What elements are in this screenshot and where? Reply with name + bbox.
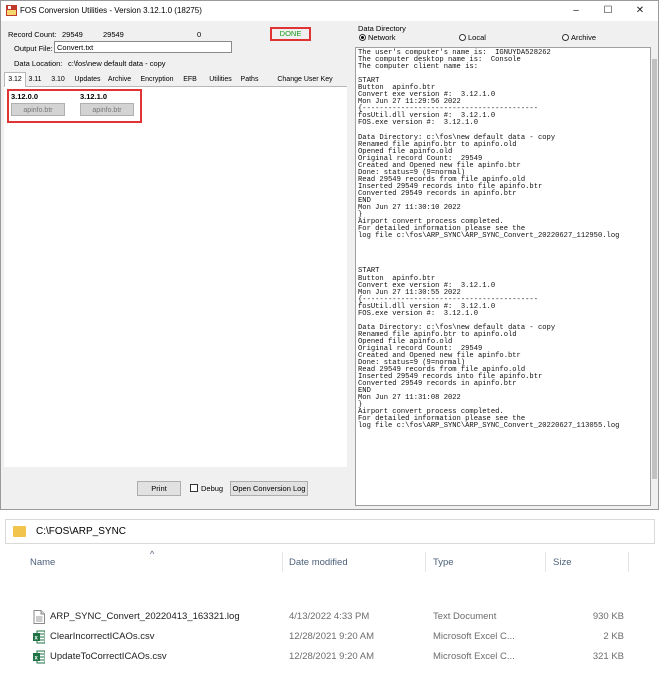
tab-efb[interactable]: EFB: [179, 73, 201, 86]
output-file-input[interactable]: Convert.txt: [54, 41, 232, 53]
tab-archive[interactable]: Archive: [104, 73, 135, 86]
network-radio[interactable]: [359, 34, 366, 41]
tab-paths[interactable]: Paths: [238, 73, 261, 86]
apinfo-button-3-12-1[interactable]: apinfo.btr: [80, 103, 134, 116]
status-badge: DONE: [270, 27, 311, 41]
version-header: 3.12.0.0: [11, 92, 39, 101]
column-header-date[interactable]: Date modified: [289, 557, 348, 568]
tab-change-user-key[interactable]: Change User Key: [266, 73, 344, 86]
file-size: 930 KB: [592, 611, 624, 622]
record-count-value: 29549: [103, 30, 124, 39]
file-row[interactable]: ARP_SYNC_Convert_20220413_163321.log 4/1…: [0, 608, 659, 628]
file-name: ARP_SYNC_Convert_20220413_163321.log: [50, 611, 240, 622]
column-header-size[interactable]: Size: [553, 557, 571, 568]
archive-radio-label: Archive: [571, 33, 597, 42]
file-type: Text Document: [433, 611, 497, 622]
file-date: 4/13/2022 4:33 PM: [289, 611, 370, 622]
column-divider[interactable]: [545, 552, 546, 572]
version-header: 3.12.1.0: [80, 92, 108, 101]
log-text: The user's computer's name is: IGNUYDA52…: [358, 49, 620, 431]
left-pane: Record Count: 29549 29549 0 DONE Output …: [2, 22, 350, 508]
file-size: 321 KB: [592, 651, 624, 662]
open-conversion-log-button[interactable]: Open Conversion Log: [230, 481, 308, 496]
print-button[interactable]: Print: [137, 481, 181, 496]
tab-utilities[interactable]: Utilities: [204, 73, 237, 86]
archive-radio[interactable]: [562, 34, 569, 41]
column-divider[interactable]: [628, 552, 629, 572]
folder-icon: [13, 526, 26, 537]
local-radio-label: Local: [468, 33, 486, 42]
apinfo-button-3-12-0[interactable]: apinfo.btr: [11, 103, 65, 116]
file-type: Microsoft Excel C...: [433, 631, 515, 642]
address-bar[interactable]: C:\FOS\ARP_SYNC: [5, 519, 655, 544]
debug-label: Debug: [201, 484, 224, 493]
network-radio-label: Network: [368, 33, 396, 42]
data-directory-group: Data Directory Network Local Archive: [356, 22, 654, 44]
tab-3-11[interactable]: 3.11: [25, 73, 45, 86]
folder-path: C:\FOS\ARP_SYNC: [36, 526, 127, 537]
file-type: Microsoft Excel C...: [433, 651, 515, 662]
version-highlight: 3.12.0.0 3.12.1.0 apinfo.btr apinfo.btr: [7, 89, 142, 123]
status-text: DONE: [279, 29, 302, 38]
local-radio[interactable]: [459, 34, 466, 41]
output-file-label: Output File:: [14, 44, 53, 53]
minimize-button[interactable]: –: [561, 1, 591, 21]
file-date: 12/28/2021 9:20 AM: [289, 631, 375, 642]
tab-3-12[interactable]: 3.12: [4, 72, 26, 87]
log-scrollbar-thumb[interactable]: [652, 59, 657, 479]
tab-3-10[interactable]: 3.10: [48, 73, 68, 86]
file-name: ClearIncorrectICAOs.csv: [50, 631, 155, 642]
title-bar: FOS Conversion Utilities - Version 3.12.…: [1, 1, 658, 21]
file-row[interactable]: x UpdateToCorrectICAOs.csv 12/28/2021 9:…: [0, 648, 659, 668]
tab-updates[interactable]: Updates: [72, 73, 103, 86]
text-file-icon: [33, 610, 45, 624]
tab-encryption[interactable]: Encryption: [136, 73, 178, 86]
file-explorer: C:\FOS\ARP_SYNC Name ^ Date modified Typ…: [0, 518, 659, 674]
file-date: 12/28/2021 9:20 AM: [289, 651, 375, 662]
record-count-label: Record Count:: [8, 30, 57, 39]
record-count-value: 0: [197, 30, 202, 39]
sort-ascending-icon: ^: [150, 549, 155, 559]
column-header-name[interactable]: Name: [30, 557, 55, 568]
tab-strip: 3.12 3.11 3.10 Updates Archive Encryptio…: [4, 72, 347, 87]
file-row[interactable]: x ClearIncorrectICAOs.csv 12/28/2021 9:2…: [0, 628, 659, 648]
column-divider[interactable]: [425, 552, 426, 572]
close-button[interactable]: ✕: [625, 1, 655, 21]
data-location-value: c:\fos\new default data - copy: [68, 59, 166, 68]
excel-file-icon: x: [33, 630, 45, 644]
data-location-label: Data Location:: [14, 59, 63, 68]
log-scrollbar[interactable]: [651, 47, 658, 506]
app-icon: [6, 5, 17, 16]
debug-checkbox[interactable]: [190, 484, 198, 492]
maximize-button[interactable]: ☐: [593, 1, 623, 21]
window-title: FOS Conversion Utilities - Version 3.12.…: [20, 6, 202, 15]
column-divider[interactable]: [282, 552, 283, 572]
column-header-type[interactable]: Type: [433, 557, 454, 568]
data-directory-label: Data Directory: [358, 24, 406, 33]
excel-file-icon: x: [33, 650, 45, 664]
conversion-utility-window: FOS Conversion Utilities - Version 3.12.…: [0, 0, 659, 510]
right-pane: Data Directory Network Local Archive The…: [353, 22, 658, 508]
file-size: 2 KB: [603, 631, 624, 642]
file-name: UpdateToCorrectICAOs.csv: [50, 651, 167, 662]
conversion-log-textarea[interactable]: The user's computer's name is: IGNUYDA52…: [355, 47, 651, 506]
record-count-value: 29549: [62, 30, 83, 39]
tab-content: 3.12.0.0 3.12.1.0 apinfo.btr apinfo.btr: [4, 87, 347, 467]
